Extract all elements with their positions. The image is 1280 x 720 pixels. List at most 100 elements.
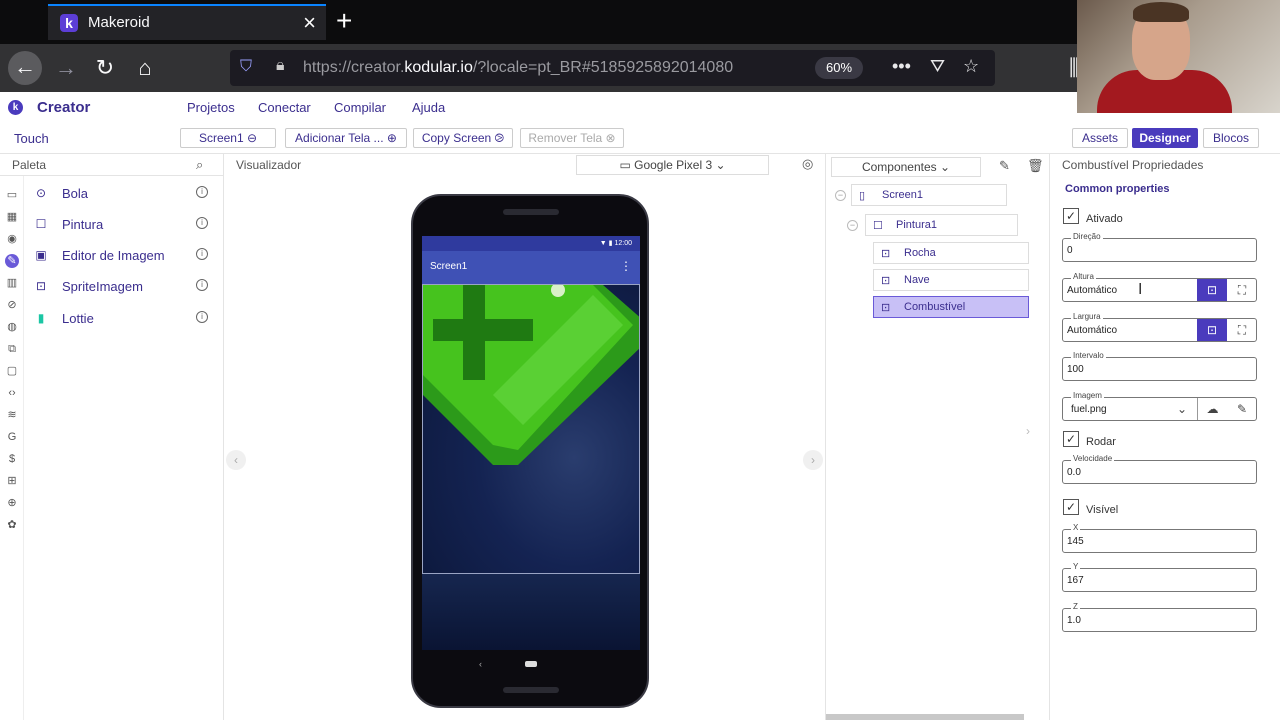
zoom-badge[interactable]: 60% [815, 57, 863, 79]
category-connectivity-icon[interactable]: ≋ [5, 408, 19, 422]
horizontal-scrollbar[interactable] [826, 714, 1024, 720]
common-properties-section[interactable]: Common properties [1065, 183, 1170, 195]
chevron-right-icon[interactable]: › [803, 450, 823, 470]
info-icon[interactable]: i [196, 186, 208, 198]
visivel-label: Visível [1086, 504, 1119, 516]
chevron-down-icon[interactable]: ⌄ [1167, 398, 1197, 420]
palette-item-lottie[interactable]: ▮ Lottie i [24, 304, 224, 334]
info-icon[interactable]: i [196, 311, 208, 323]
edit-image-icon[interactable]: ✎ [1227, 398, 1257, 420]
menu-compilar[interactable]: Compilar [334, 100, 386, 115]
z-field[interactable]: Z 1.0 [1062, 602, 1257, 632]
palette-item-pintura[interactable]: ☐ Pintura i [24, 210, 224, 240]
page-actions-icon[interactable]: ••• [892, 56, 911, 77]
expand-icon[interactable]: ⛶ [1227, 279, 1257, 301]
url-bar[interactable]: ⛉ 🔒︎ https://creator.kodular.io/?locale=… [230, 50, 995, 86]
category-utilities-icon[interactable]: ▢ [5, 364, 19, 378]
altura-field[interactable]: Altura Automático ⊡ ⛶ [1062, 272, 1257, 302]
menu-projetos[interactable]: Projetos [187, 100, 235, 115]
forward-icon[interactable]: → [50, 52, 82, 84]
menu-ajuda[interactable]: Ajuda [412, 100, 445, 115]
tree-node-label: Nave [904, 274, 930, 286]
category-google-icon[interactable]: G [5, 430, 19, 444]
back-icon[interactable]: ← [8, 51, 42, 85]
chevron-right-icon[interactable]: › [1026, 424, 1030, 438]
rodar-checkbox[interactable]: ✓ [1063, 431, 1079, 447]
tree-node-combustivel[interactable]: ⊡ Combustível [873, 296, 1029, 318]
tree-node-pintura1[interactable]: ☐ Pintura1 [865, 214, 1018, 236]
tree-node-screen1[interactable]: ▯ Screen1 [851, 184, 1007, 206]
ativado-checkbox[interactable]: ✓ [1063, 208, 1079, 224]
device-select[interactable]: ▭ Google Pixel 3 ⌄ [576, 155, 769, 175]
add-screen-button[interactable]: Adicionar Tela ... ⊕ [285, 128, 407, 148]
category-drawing-icon[interactable]: ✎ [5, 254, 19, 268]
fill-parent-icon[interactable]: ⊡ [1197, 279, 1227, 301]
delete-trash-icon[interactable]: 🗑︎ [1027, 158, 1044, 174]
pocket-icon[interactable]: ⛛ [930, 56, 945, 77]
y-field[interactable]: Y 167 [1062, 562, 1257, 592]
palette-item-editor-de-imagem[interactable]: ▣ Editor de Imagem i [24, 241, 224, 271]
nav-home-icon [525, 661, 537, 667]
lock-icon[interactable]: 🔒︎ [276, 57, 285, 75]
info-icon[interactable]: i [196, 279, 208, 291]
components-dropdown[interactable]: Componentes ⌄ [831, 157, 981, 177]
bookmark-star-icon[interactable]: ☆ [963, 56, 979, 77]
palette-item-bola[interactable]: ⊙ Bola i [24, 179, 224, 209]
close-tab-icon[interactable]: × [303, 10, 316, 36]
pintura1-canvas[interactable] [422, 284, 640, 574]
category-layout-icon[interactable]: ▦ [5, 210, 19, 224]
chevron-left-icon[interactable]: ‹ [226, 450, 246, 470]
blocks-button[interactable]: Blocos [1203, 128, 1259, 148]
intervalo-field[interactable]: Intervalo 100 [1062, 351, 1257, 381]
tree-node-rocha[interactable]: ⊡ Rocha [873, 242, 1029, 264]
visivel-checkbox[interactable]: ✓ [1063, 499, 1079, 515]
remove-screen-button[interactable]: Remover Tela ⊗ [520, 128, 624, 148]
kodular-logo-icon[interactable]: k [8, 100, 23, 115]
browser-tab[interactable]: k Makeroid × [48, 4, 326, 40]
home-icon[interactable]: ⌂ [129, 52, 161, 84]
hidden-components-icon[interactable]: ◎ [802, 156, 813, 172]
fuel-sprite[interactable] [423, 285, 640, 465]
properties-panel: Combustível Propriedades Common properti… [1050, 154, 1280, 720]
designer-button[interactable]: Designer [1132, 128, 1198, 148]
largura-field[interactable]: Largura Automático ⊡ ⛶ [1062, 312, 1257, 342]
tree-node-nave[interactable]: ⊡ Nave [873, 269, 1029, 291]
reload-icon[interactable]: ↻ [89, 52, 121, 84]
category-extensions-icon[interactable]: ✿ [5, 518, 19, 532]
category-storage-icon[interactable]: ⧉ [5, 342, 19, 356]
tracking-shield-icon[interactable]: ⛉ [240, 58, 252, 76]
collapse-icon[interactable]: − [847, 220, 858, 231]
category-media-icon[interactable]: ◉ [5, 232, 19, 246]
assets-button[interactable]: Assets [1072, 128, 1128, 148]
category-sensors-icon[interactable]: ⊘ [5, 298, 19, 312]
info-icon[interactable]: i [196, 248, 208, 260]
collapse-icon[interactable]: − [835, 190, 846, 201]
category-monetization-icon[interactable]: $ [5, 452, 19, 466]
imagem-field[interactable]: Imagem fuel.png ⌄ ☁ ✎ [1062, 391, 1257, 421]
copy-screen-button[interactable]: Copy Screen ⧁ [413, 128, 513, 148]
url-text[interactable]: https://creator.kodular.io/?locale=pt_BR… [303, 59, 733, 77]
rename-pencil-icon[interactable]: ✎ [999, 158, 1010, 174]
x-field[interactable]: X 145 [1062, 523, 1257, 553]
upload-cloud-icon[interactable]: ☁ [1197, 398, 1227, 420]
category-experimental-icon[interactable]: ⊕ [5, 496, 19, 510]
menu-conectar[interactable]: Conectar [258, 100, 311, 115]
nav-back-icon: ‹ [479, 659, 482, 669]
category-social-icon[interactable]: ◍ [5, 320, 19, 334]
info-icon[interactable]: i [196, 217, 208, 229]
expand-icon[interactable]: ⛶ [1227, 319, 1257, 341]
new-tab-icon[interactable]: + [336, 5, 352, 37]
category-maps-icon[interactable]: ▥ [5, 276, 19, 290]
search-icon[interactable]: ⌕ [196, 157, 203, 173]
category-lego-icon[interactable]: ⊞ [5, 474, 19, 488]
fill-parent-icon[interactable]: ⊡ [1197, 319, 1227, 341]
screen-select-button[interactable]: Screen1 ⊖ [180, 128, 276, 148]
direcao-field[interactable]: Direção 0 [1062, 232, 1257, 262]
palette-item-spriteimagem[interactable]: ⊡ SpriteImagem i [24, 272, 224, 302]
velocidade-field[interactable]: Velocidade 0.0 [1062, 454, 1257, 484]
category-user-interface-icon[interactable]: ▭ [5, 188, 19, 202]
phone-speaker [503, 209, 559, 215]
sprite-icon: ⊡ [881, 302, 891, 314]
brand-name[interactable]: Creator [37, 99, 90, 116]
category-code-icon[interactable]: ‹› [5, 386, 19, 400]
